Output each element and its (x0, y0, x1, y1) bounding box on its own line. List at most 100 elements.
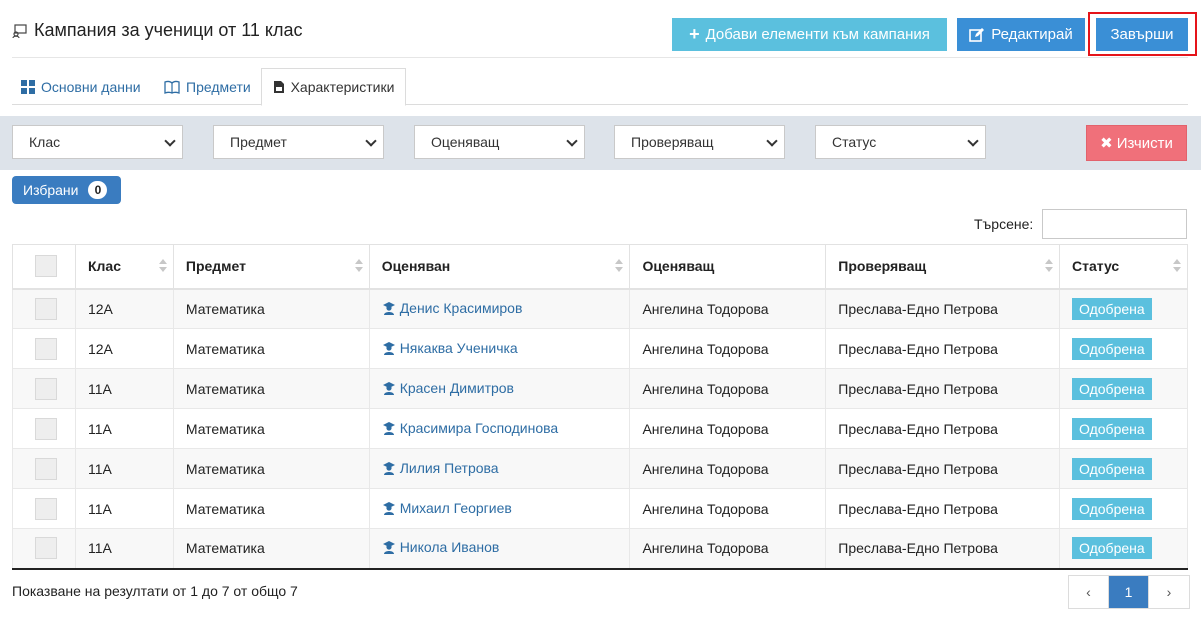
student-icon (382, 501, 395, 515)
status-badge: Одобрена (1072, 377, 1152, 400)
table-row: 11А Математика Лилия Петрова Ангелина Тодор… (12, 448, 1188, 489)
tab-characteristics-label: Характеристики (290, 79, 395, 95)
prev-page-button[interactable]: ‹ (1069, 576, 1109, 608)
sort-icon (354, 259, 363, 273)
class-cell: 11А (74, 528, 174, 570)
finish-highlight (1088, 12, 1197, 56)
column-header-status[interactable]: Статус (1059, 244, 1188, 290)
status-filter-select[interactable]: Статус (815, 125, 986, 159)
student-cell: Красимира Господинова (368, 408, 631, 449)
status-badge: Одобрена (1072, 337, 1152, 360)
checker-cell: Преслава-Едно Петрова (825, 528, 1061, 570)
campaign-icon (12, 23, 27, 38)
grader-cell: Ангелина Тодорова (629, 288, 827, 329)
class-filter-value: Клас (29, 134, 61, 150)
checker-cell: Преслава-Едно Петрова (825, 448, 1061, 489)
subject-cell: Математика (172, 328, 370, 369)
student-icon (382, 541, 395, 555)
tab-basic-data[interactable]: Основни данни (21, 68, 141, 105)
status-badge: Одобрена (1072, 297, 1152, 320)
select-all-checkbox[interactable] (35, 255, 57, 278)
student-icon (382, 381, 395, 395)
class-cell: 11А (74, 368, 174, 409)
grid-icon (21, 79, 35, 94)
sort-icon (1173, 259, 1181, 273)
clear-filters-label: Изчисти (1116, 134, 1173, 152)
add-elements-button[interactable]: + Добави елементи към кампания (672, 18, 947, 51)
results-table: Клас Предмет Оценяван Оценяващ Проверява… (12, 244, 1188, 570)
class-filter-select[interactable]: Клас (12, 125, 183, 159)
row-select-cell (12, 328, 76, 369)
status-cell: Одобрена (1059, 328, 1188, 369)
row-select-cell (12, 288, 76, 329)
grader-filter-value: Оценяващ (431, 134, 500, 150)
row-checkbox[interactable] (35, 497, 57, 520)
edit-icon (969, 27, 985, 42)
column-header-class[interactable]: Клас (74, 244, 174, 290)
status-badge: Одобрена (1072, 457, 1152, 480)
checker-filter-select[interactable]: Проверяващ (614, 125, 785, 159)
grader-cell: Ангелина Тодорова (629, 448, 827, 489)
row-checkbox[interactable] (35, 337, 57, 360)
column-header-checker-label: Проверяващ (838, 258, 927, 275)
selected-count-badge: 0 (88, 181, 108, 199)
status-cell: Одобрена (1059, 288, 1188, 329)
column-header-student[interactable]: Оценяван (368, 244, 631, 290)
row-checkbox[interactable] (35, 417, 57, 440)
table-row: 12А Математика Някаква Ученичка Ангелина То… (12, 328, 1188, 369)
chevron-down-icon (365, 135, 377, 147)
grader-filter-select[interactable]: Оценяващ (414, 125, 585, 159)
edit-button[interactable]: Редактирай (957, 18, 1085, 51)
row-checkbox[interactable] (35, 297, 57, 320)
column-header-grader[interactable]: Оценяващ (629, 244, 827, 290)
plus-icon: + (689, 24, 700, 44)
column-header-subject[interactable]: Предмет (172, 244, 370, 290)
student-cell: Никола Иванов (368, 528, 631, 570)
subject-cell: Математика (172, 488, 370, 529)
search-input[interactable] (1042, 209, 1187, 239)
tab-basic-data-label: Основни данни (41, 78, 141, 95)
table-row: 11А Математика Никола Иванов Ангелина Тодор… (12, 528, 1188, 570)
grader-cell: Ангелина Тодорова (629, 408, 827, 449)
select-all-header (12, 244, 76, 290)
checker-cell: Преслава-Едно Петрова (825, 408, 1061, 449)
student-name: Денис Красимиров (399, 299, 523, 316)
student-link[interactable]: Никола Иванов (382, 539, 499, 555)
checker-cell: Преслава-Едно Петрова (825, 368, 1061, 409)
column-header-status-label: Статус (1072, 258, 1120, 275)
tab-characteristics[interactable]: Характеристики (261, 68, 406, 106)
pagination: ‹ 1 › (1068, 575, 1190, 609)
student-link[interactable]: Михаил Георгиев (382, 500, 512, 516)
clear-filters-button[interactable]: ✖ Изчисти (1086, 125, 1187, 161)
student-icon (382, 421, 395, 435)
search-label: Търсене: (974, 216, 1034, 232)
student-link[interactable]: Красимира Господинова (382, 420, 558, 436)
row-select-cell (12, 368, 76, 409)
column-header-checker[interactable]: Проверяващ (825, 244, 1061, 290)
page-header: Кампания за ученици от 11 клас + Добави … (12, 12, 1197, 58)
selected-items-button[interactable]: Избрани 0 (12, 176, 121, 204)
student-cell: Денис Красимиров (368, 288, 631, 329)
row-select-cell (12, 528, 76, 570)
student-link[interactable]: Денис Красимиров (382, 299, 523, 316)
edit-label: Редактирай (991, 26, 1073, 43)
status-cell: Одобрена (1059, 408, 1188, 449)
status-filter-value: Статус (832, 134, 877, 150)
row-select-cell (12, 408, 76, 449)
student-link[interactable]: Лилия Петрова (382, 460, 499, 476)
student-icon (382, 341, 395, 355)
student-icon (382, 461, 395, 475)
page-button-current[interactable]: 1 (1109, 576, 1149, 608)
subject-filter-select[interactable]: Предмет (213, 125, 384, 159)
next-page-button[interactable]: › (1149, 576, 1189, 608)
chevron-down-icon (164, 135, 176, 147)
tab-subjects[interactable]: Предмети (164, 68, 251, 105)
student-link[interactable]: Някаква Ученичка (382, 340, 518, 356)
row-checkbox[interactable] (35, 377, 57, 400)
row-checkbox[interactable] (35, 457, 57, 480)
student-link[interactable]: Красен Димитров (382, 380, 514, 396)
status-cell: Одобрена (1059, 448, 1188, 489)
row-checkbox[interactable] (35, 537, 57, 560)
subject-filter-value: Предмет (230, 134, 287, 150)
table-row: 11А Математика Михаил Георгиев Ангелина Тод… (12, 488, 1188, 529)
